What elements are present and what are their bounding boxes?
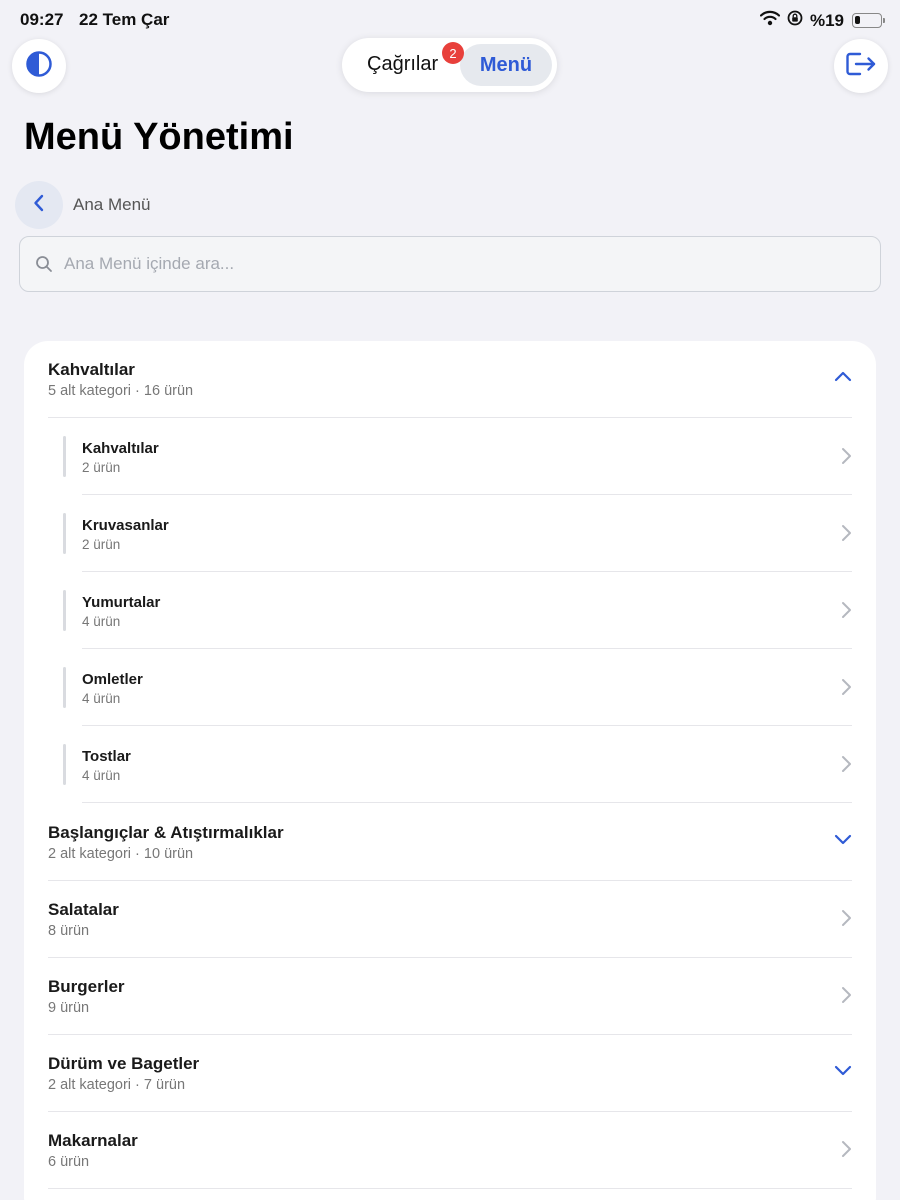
chevron-right-icon	[840, 755, 852, 778]
battery-level	[855, 16, 860, 24]
subcategory-meta: 4 ürün	[82, 614, 121, 629]
status-date: 22 Tem Çar	[79, 10, 170, 29]
logout-button[interactable]	[834, 39, 888, 93]
chevron-right-icon	[840, 601, 852, 624]
subcategory-name: Kruvasanlar	[82, 517, 169, 534]
subcategory-indent-bar	[63, 744, 66, 785]
subcategory-row-kruvasanlar[interactable]: Kruvasanlar 2 ürün	[63, 495, 852, 572]
back-button[interactable]	[15, 181, 63, 229]
battery-percent: %19	[809, 10, 844, 30]
subcategory-meta: 4 ürün	[82, 691, 121, 706]
subcategory-name: Omletler	[82, 671, 143, 688]
subcategory-name: Yumurtalar	[82, 594, 161, 611]
category-meta: 2 alt kategori · 10 ürün	[48, 846, 194, 862]
subcategory-indent-bar	[63, 513, 66, 554]
subcategory-row-omletler[interactable]: Omletler 4 ürün	[63, 649, 852, 726]
divider	[82, 802, 852, 803]
view-switcher: Çağrılar Menü 2	[342, 38, 557, 92]
chevron-right-icon	[840, 447, 852, 470]
chevron-right-icon	[840, 1140, 852, 1163]
category-meta: 9 ürün	[48, 1000, 90, 1016]
category-row-durum-ve-bagetler[interactable]: Dürüm ve Bagetler 2 alt kategori · 7 ürü…	[48, 1035, 852, 1112]
status-time: 09:27	[20, 10, 64, 29]
subcategory-indent-bar	[63, 436, 66, 477]
subcategory-indent-bar	[63, 590, 66, 631]
category-name: Başlangıçlar & Atıştırmalıklar	[48, 823, 284, 842]
subcategory-row-tostlar[interactable]: Tostlar 4 ürün	[63, 726, 852, 803]
category-meta: 8 ürün	[48, 923, 90, 939]
subcategory-row-yumurtalar[interactable]: Yumurtalar 4 ürün	[63, 572, 852, 649]
chevron-up-icon[interactable]	[834, 369, 852, 387]
category-meta: 2 alt kategori · 7 ürün	[48, 1077, 186, 1093]
category-row-burgerler[interactable]: Burgerler 9 ürün	[48, 958, 852, 1035]
logout-icon	[844, 49, 878, 84]
category-meta: 6 ürün	[48, 1154, 90, 1170]
category-name: Kahvaltılar	[48, 360, 135, 379]
battery-icon	[852, 13, 885, 28]
search-input[interactable]	[64, 237, 864, 290]
search-box	[19, 236, 881, 292]
category-name: Burgerler	[48, 977, 125, 996]
category-name: Makarnalar	[48, 1131, 138, 1150]
chevron-left-icon	[32, 194, 46, 217]
divider	[48, 1188, 852, 1189]
subcategory-meta: 2 ürün	[82, 460, 121, 475]
category-name: Dürüm ve Bagetler	[48, 1054, 200, 1073]
category-meta: 5 alt kategori · 16 ürün	[48, 383, 194, 399]
status-indicators: %19	[759, 9, 885, 32]
category-list: Kahvaltılar 5 alt kategori · 16 ürün Kah…	[24, 341, 876, 1200]
tab-menu[interactable]: Menü	[460, 44, 552, 86]
subcategory-name: Kahvaltılar	[82, 440, 159, 457]
chevron-down-icon[interactable]	[834, 1063, 852, 1081]
orientation-lock-icon	[786, 9, 804, 32]
subcategory-meta: 2 ürün	[82, 537, 121, 552]
status-bar: 09:27 22 Tem Çar %19	[0, 0, 900, 38]
chevron-right-icon	[840, 986, 852, 1009]
category-row-salatalar[interactable]: Salatalar 8 ürün	[48, 881, 852, 958]
subcategory-row-kahvaltilar[interactable]: Kahvaltılar 2 ürün	[63, 418, 852, 495]
menu-management-screen: 09:27 22 Tem Çar %19 Çağrılar Menü 2 Men…	[0, 0, 900, 1200]
wifi-icon	[759, 10, 781, 31]
chevron-right-icon	[840, 524, 852, 547]
chevron-down-icon[interactable]	[834, 832, 852, 850]
category-row-kahvaltilar[interactable]: Kahvaltılar 5 alt kategori · 16 ürün	[48, 341, 852, 418]
battery-cap	[883, 18, 885, 23]
page-title: Menü Yönetimi	[24, 116, 294, 158]
breadcrumb: Ana Menü	[73, 195, 151, 214]
subcategory-meta: 4 ürün	[82, 768, 121, 783]
category-name: Salatalar	[48, 900, 119, 919]
category-row-makarnalar[interactable]: Makarnalar 6 ürün	[48, 1112, 852, 1189]
chevron-right-icon	[840, 909, 852, 932]
search-icon	[35, 255, 53, 278]
subcategory-indent-bar	[63, 667, 66, 708]
category-row-baslangiclar[interactable]: Başlangıçlar & Atıştırmalıklar 2 alt kat…	[48, 804, 852, 881]
calls-badge: 2	[442, 42, 464, 64]
contrast-icon	[25, 50, 53, 83]
tab-calls[interactable]: Çağrılar	[367, 53, 438, 76]
theme-toggle-button[interactable]	[12, 39, 66, 93]
subcategory-name: Tostlar	[82, 748, 131, 765]
chevron-right-icon	[840, 678, 852, 701]
